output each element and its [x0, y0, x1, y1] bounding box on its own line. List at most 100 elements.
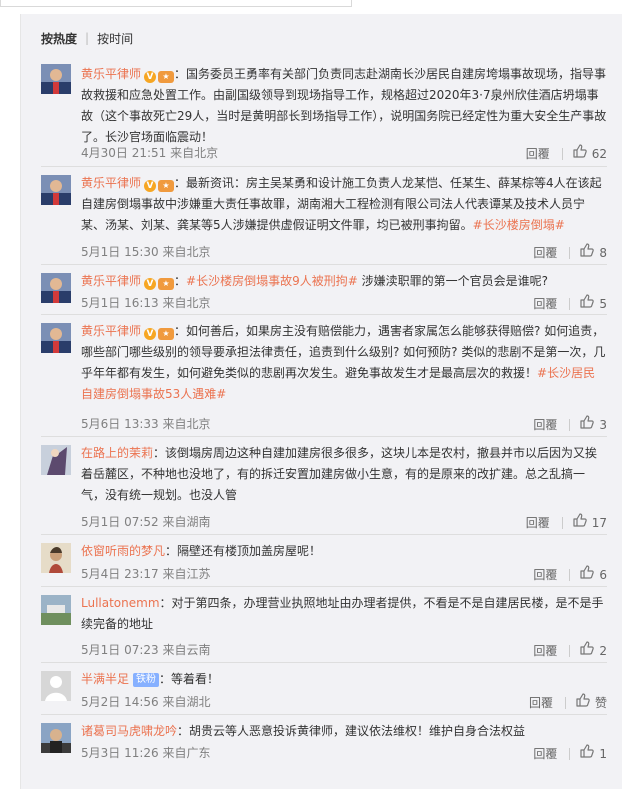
like-button[interactable]: 6 [580, 565, 607, 584]
reply-button[interactable]: 回覆 [533, 416, 557, 434]
comment-item: 在路上的茉莉：该倒塌房周边这种自建加建房很多很多，这块儿本是农村，撤县并市以后因… [41, 436, 607, 535]
comment-username[interactable]: 在路上的茉莉 [81, 446, 153, 460]
like-button[interactable]: 3 [580, 415, 607, 434]
comment-meta: 5月3日 11:26 来自广东 回覆 1 [81, 744, 607, 762]
avatar[interactable] [41, 595, 71, 625]
action-divider [564, 696, 566, 709]
comment-meta: 5月1日 07:52 来自湖南 回覆 17 [81, 513, 607, 531]
avatar[interactable] [41, 543, 71, 573]
comment-meta: 5月6日 13:33 来自北京 回覆 3 [81, 415, 607, 433]
thumbs-up-icon [580, 641, 599, 660]
comment-username[interactable]: 黄乐平律师 [81, 274, 141, 288]
verified-badge-icon: V [144, 328, 157, 340]
like-count: 6 [599, 567, 607, 582]
comment-body: Lullatonemm：对于第四条，办理营业执照地址由办理者提供，不看是不是自建… [81, 593, 607, 635]
avatar[interactable] [41, 445, 71, 475]
avatar[interactable] [41, 64, 71, 94]
reply-button[interactable]: 回覆 [533, 566, 557, 584]
like-button[interactable]: 17 [573, 513, 607, 532]
comment-item: 黄乐平律师 V ★ ：最新资讯：房主吴某勇和设计施工负责人龙某恺、任某生、薛某棕等4人… [41, 166, 607, 265]
comment-item: 诸葛司马虎啸龙吟：胡贵云等人恶意投诉黄律师，建议依法维权！维护自身合法权益 5月3… [41, 714, 607, 766]
thumbs-up-icon [580, 294, 599, 313]
avatar[interactable] [41, 323, 71, 353]
like-count: 3 [599, 417, 607, 432]
comment-meta: 5月4日 23:17 来自江苏 回覆 6 [81, 565, 607, 583]
comment-timestamp: 5月1日 15:30 来自北京 [81, 245, 211, 259]
comment-actions: 回覆 赞 [529, 693, 607, 712]
comment-text: ：对于第四条，办理营业执照地址由办理者提供，不看是不是自建居民楼，是不是手续完备… [81, 596, 604, 631]
reply-button[interactable]: 回覆 [526, 514, 550, 532]
thumbs-up-icon [580, 415, 599, 434]
comment-body: 黄乐平律师 V ★ ：国务委员王勇率有关部门负责同志赴湖南长沙居民自建房垮塌事故现场，… [81, 64, 607, 148]
avatar[interactable] [41, 175, 71, 205]
comment-item: 半满半足 铁粉 ：等着看！ 5月2日 14:56 来自湖北 回覆 赞 [41, 662, 607, 715]
comment-item: 黄乐平律师 V ★ ：如何善后，如果房主没有赔偿能力，遇害者家属怎么能够获得赔偿? 如… [41, 314, 607, 437]
avatar[interactable] [41, 671, 71, 701]
comment-username[interactable]: 黄乐平律师 [81, 176, 141, 190]
comment-meta: 5月1日 07:23 来自云南 回覆 2 [81, 641, 607, 659]
member-medal-icon: ★ [158, 180, 175, 192]
sort-by-hot[interactable]: 按热度 [41, 30, 77, 47]
verified-badge-icon: V [144, 278, 157, 290]
like-button[interactable]: 8 [580, 243, 607, 262]
member-medal-icon: ★ [158, 328, 175, 340]
avatar[interactable] [41, 273, 71, 303]
thumbs-up-icon [580, 744, 599, 763]
like-count: 17 [591, 515, 607, 530]
comment-body: 黄乐平律师 V ★ ：如何善后，如果房主没有赔偿能力，遇害者家属怎么能够获得赔偿? 如… [81, 321, 607, 405]
comment-username[interactable]: 诸葛司马虎啸龙吟 [81, 724, 177, 738]
comment-item: 黄乐平律师 V ★ ：国务委员王勇率有关部门负责同志赴湖南长沙居民自建房垮塌事故现场，… [41, 56, 607, 166]
comment-actions: 回覆 8 [533, 243, 607, 262]
like-button[interactable]: 赞 [576, 693, 607, 712]
comment-username[interactable]: 依窗听雨的梦凡 [81, 544, 165, 558]
reply-button[interactable]: 回覆 [533, 745, 557, 763]
fans-badge: 铁粉 [133, 673, 160, 687]
like-count: 2 [599, 643, 607, 658]
comment-actions: 回覆 6 [533, 565, 607, 584]
hashtag-link[interactable]: #长沙楼房倒塌# [473, 218, 565, 232]
comment-body: 诸葛司马虎啸龙吟：胡贵云等人恶意投诉黄律师，建议依法维权！维护自身合法权益 [81, 721, 607, 742]
verified-badge-icon: V [144, 180, 157, 192]
like-button[interactable]: 1 [580, 744, 607, 763]
comment-actions: 回覆 3 [533, 415, 607, 434]
comment-actions: 回覆 1 [533, 744, 607, 763]
action-divider [569, 418, 571, 431]
comment-panel: 按热度 | 按时间 黄乐平律师 V ★ ：国务委员王勇率有关部门负责同志赴湖南长沙居民… [20, 14, 622, 789]
avatar[interactable] [41, 723, 71, 753]
comment-timestamp: 5月2日 14:56 来自湖北 [81, 695, 211, 709]
reply-button[interactable]: 回覆 [529, 694, 553, 712]
action-divider [569, 644, 571, 657]
comment-username[interactable]: 黄乐平律师 [81, 324, 141, 338]
thumbs-up-icon [573, 144, 592, 163]
like-button[interactable]: 62 [573, 144, 607, 163]
reply-button[interactable]: 回覆 [533, 295, 557, 313]
like-count: 8 [599, 245, 607, 260]
hashtag-link[interactable]: #长沙楼房倒塌事故9人被刑拘# [186, 274, 358, 288]
comment-item: 黄乐平律师 V ★ ：#长沙楼房倒塌事故9人被刑拘# 涉嫌渎职罪的第一个官员会是谁呢?… [41, 264, 607, 315]
sort-by-time[interactable]: 按时间 [97, 30, 133, 47]
comment-username[interactable]: Lullatonemm [81, 596, 160, 610]
sort-divider: | [85, 31, 90, 45]
like-count: 62 [591, 146, 607, 161]
comment-body: 黄乐平律师 V ★ ：#长沙楼房倒塌事故9人被刑拘# 涉嫌渎职罪的第一个官员会是谁呢? [81, 271, 607, 292]
comment-username[interactable]: 黄乐平律师 [81, 67, 141, 81]
comment-text: ： [174, 274, 187, 288]
comment-timestamp: 5月1日 07:23 来自云南 [81, 643, 211, 657]
comment-body: 黄乐平律师 V ★ ：最新资讯：房主吴某勇和设计施工负责人龙某恺、任某生、薛某棕等4人… [81, 173, 607, 236]
action-divider [569, 297, 571, 310]
comment-body: 半满半足 铁粉 ：等着看！ [81, 669, 607, 690]
comment-username[interactable]: 半满半足 [81, 672, 129, 686]
thumbs-up-icon [576, 693, 595, 712]
like-button[interactable]: 2 [580, 641, 607, 660]
sort-tabs: 按热度 | 按时间 [41, 28, 133, 48]
reply-button[interactable]: 回覆 [533, 244, 557, 262]
comment-text: ：隔壁还有楼顶加盖房屋呢！ [165, 544, 322, 558]
comment-meta: 5月1日 16:13 来自北京 回覆 5 [81, 294, 607, 312]
comment-text: ：该倒塌房周边这种自建加建房很多很多，这块儿本是农村，撤县并市以后因为又挨着岳麓… [81, 446, 598, 502]
like-count: 赞 [594, 695, 607, 710]
reply-button[interactable]: 回覆 [526, 145, 550, 163]
comment-body: 在路上的茉莉：该倒塌房周边这种自建加建房很多很多，这块儿本是农村，撤县并市以后因… [81, 443, 607, 506]
comment-timestamp: 4月30日 21:51 来自北京 [81, 146, 219, 160]
like-button[interactable]: 5 [580, 294, 607, 313]
reply-button[interactable]: 回覆 [533, 642, 557, 660]
